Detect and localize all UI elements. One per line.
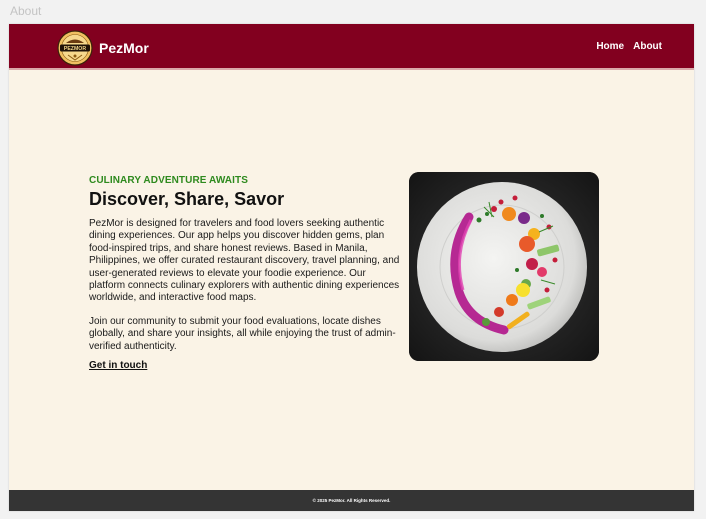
about-paragraph-2: Join our community to submit your food e… — [89, 315, 396, 352]
plated-dish-image — [409, 172, 599, 361]
about-hero-text: CULINARY ADVENTURE AWAITS Discover, Shar… — [89, 175, 401, 373]
pezmor-logo-icon: PEZMOR — [57, 30, 93, 66]
copyright-text: © 2025 PezMor. All Rights Reserved. — [312, 498, 391, 503]
page-title: Discover, Share, Savor — [89, 189, 285, 209]
page-tab-label: About — [10, 4, 42, 18]
get-in-touch-link[interactable]: Get in touch — [89, 360, 147, 371]
footer: © 2025 PezMor. All Rights Reserved. — [9, 490, 694, 511]
nav-about-link[interactable]: About — [633, 41, 662, 52]
brand-home-link[interactable]: PEZMOR PezMor — [57, 30, 149, 66]
eyebrow-text: CULINARY ADVENTURE AWAITS — [89, 175, 248, 186]
brand-name: PezMor — [99, 40, 149, 56]
logo-wordmark: PEZMOR — [64, 46, 86, 52]
nav-home-link[interactable]: Home — [596, 41, 624, 52]
about-paragraph-1: PezMor is designed for travelers and foo… — [89, 218, 400, 304]
nav-links: Home About — [596, 41, 662, 52]
navbar: PEZMOR PezMor Home About — [9, 24, 694, 70]
app-frame: PEZMOR PezMor Home About CULINARY ADVENT… — [9, 24, 694, 511]
